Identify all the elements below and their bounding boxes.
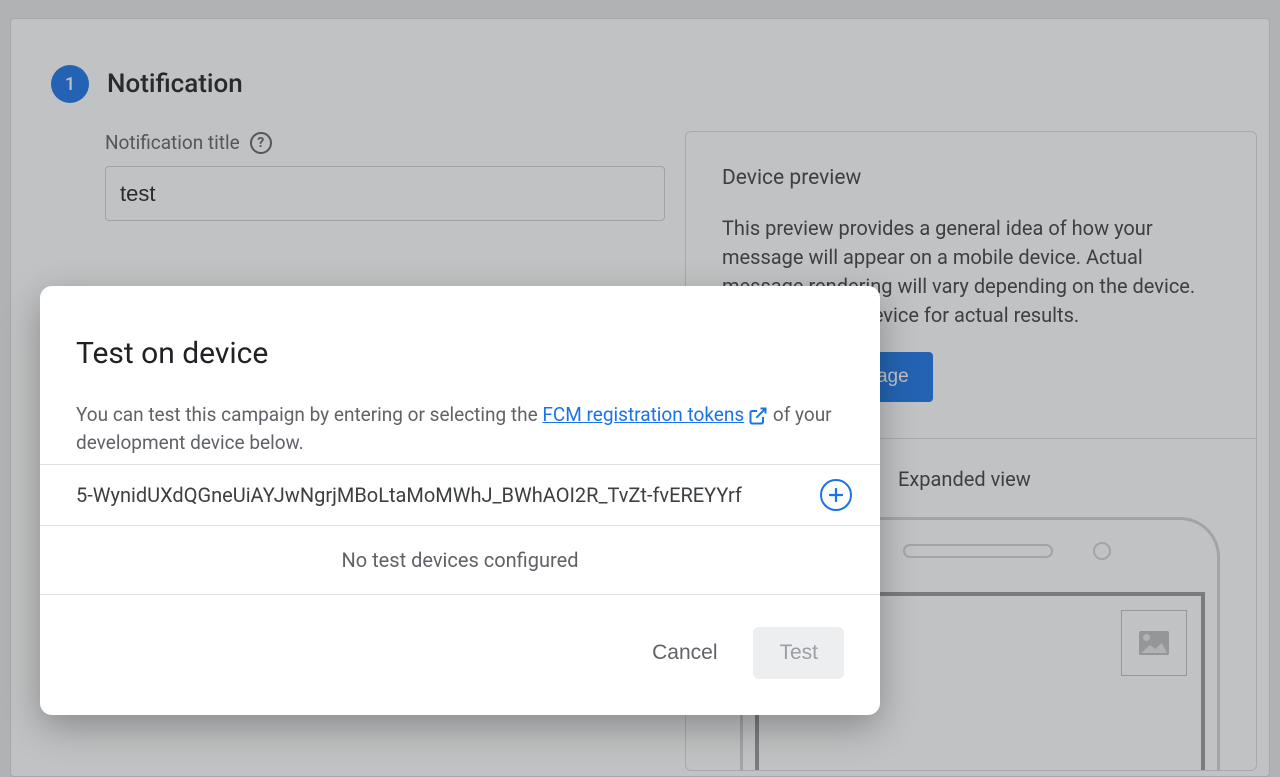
- cancel-button[interactable]: Cancel: [638, 627, 731, 679]
- dialog-description: You can test this campaign by entering o…: [76, 401, 844, 456]
- token-input-row: 5-WynidUXdQGneUiAYJwNgrjMBoLtaMoMWhJ_BWh…: [40, 464, 880, 526]
- external-link-icon: [748, 406, 768, 426]
- test-button[interactable]: Test: [753, 627, 844, 679]
- dialog-title: Test on device: [76, 336, 844, 371]
- desc-prefix: You can test this campaign by entering o…: [76, 403, 542, 426]
- add-token-button[interactable]: [820, 479, 852, 511]
- dialog-header: Test on device You can test this campaig…: [40, 286, 880, 464]
- fcm-token-input[interactable]: 5-WynidUXdQGneUiAYJwNgrjMBoLtaMoMWhJ_BWh…: [76, 483, 804, 507]
- no-devices-message: No test devices configured: [40, 526, 880, 595]
- dialog-actions: Cancel Test: [40, 595, 880, 715]
- viewport: 1 Notification Notification title ? Devi…: [0, 0, 1280, 777]
- test-on-device-dialog: Test on device You can test this campaig…: [40, 286, 880, 715]
- fcm-tokens-link[interactable]: FCM registration tokens: [542, 403, 768, 426]
